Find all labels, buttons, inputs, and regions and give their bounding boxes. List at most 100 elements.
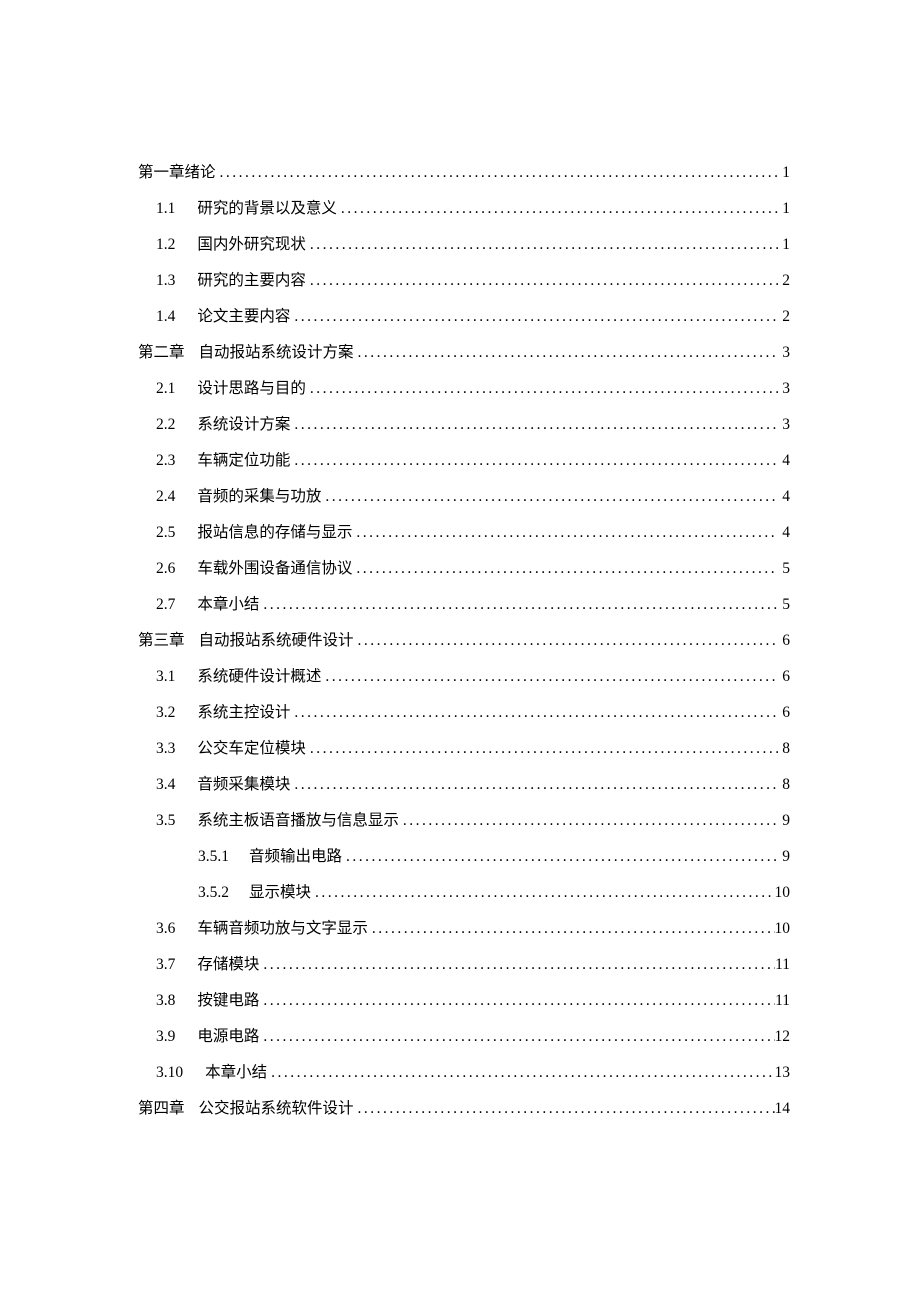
toc-entry: 2.4音频的采集与功放.............................…: [156, 489, 790, 505]
toc-entry-title: 论文主要内容: [197, 309, 290, 325]
toc-entry-page: 8: [778, 777, 790, 793]
toc-entry: 2.2系统设计方案...............................…: [156, 417, 790, 433]
toc-entry: 2.3车辆定位功能...............................…: [156, 453, 790, 469]
toc-entry-title: 报站信息的存储与显示: [197, 525, 352, 541]
toc-entry-title: 系统主板语音播放与信息显示: [197, 813, 399, 829]
toc-entry: 3.6车辆音频功放与文字显示..........................…: [156, 921, 790, 937]
toc-entry-title: 系统主控设计: [197, 705, 290, 721]
toc-entry-page: 1: [778, 165, 790, 181]
toc-entry-number: 第四章: [138, 1101, 185, 1117]
toc-leader-dots: ........................................…: [306, 237, 778, 253]
toc-entry-number: 1.3: [156, 273, 175, 289]
toc-entry-number: 1.1: [156, 201, 175, 217]
toc-entry: 2.7本章小结.................................…: [156, 597, 790, 613]
toc-leader-dots: ........................................…: [259, 1029, 774, 1045]
toc-entry-title: 音频的采集与功放: [197, 489, 321, 505]
toc-entry-title: 电源电路: [197, 1029, 259, 1045]
toc-entry-page: 12: [775, 1029, 791, 1045]
toc-entry: 第三章自动报站系统硬件设计...........................…: [138, 633, 790, 649]
toc-entry-number: 3.9: [156, 1029, 175, 1045]
toc-entry-page: 4: [778, 525, 790, 541]
toc-entry-title: 第一章绪论: [138, 165, 216, 181]
toc-entry: 3.5.1 音频输出电路.............................…: [198, 849, 790, 865]
toc-leader-dots: ........................................…: [368, 921, 775, 937]
toc-entry-title: 公交车定位模块: [197, 741, 306, 757]
toc-leader-dots: ........................................…: [306, 273, 778, 289]
toc-entry-page: 6: [778, 669, 790, 685]
toc-entry-number: 3.5.1: [198, 849, 229, 865]
toc-entry-page: 8: [778, 741, 790, 757]
toc-entry-number: 3.10: [156, 1065, 183, 1081]
toc-page: 第一章绪论...................................…: [0, 0, 920, 1117]
toc-entry-title: 车辆音频功放与文字显示: [197, 921, 368, 937]
toc-leader-dots: ........................................…: [352, 525, 778, 541]
toc-leader-dots: ........................................…: [342, 849, 778, 865]
toc-entry-number: 2.7: [156, 597, 175, 613]
toc-entry: 1.3 研究的主要内容..............................…: [156, 273, 790, 289]
toc-entry-page: 6: [778, 705, 790, 721]
toc-entry-title: 自动报站系统设计方案: [199, 345, 354, 361]
toc-entry-number: 1.4: [156, 309, 175, 325]
toc-leader-dots: ........................................…: [354, 345, 778, 361]
toc-leader-dots: ........................................…: [290, 417, 778, 433]
toc-leader-dots: ........................................…: [290, 777, 778, 793]
toc-leader-dots: ........................................…: [290, 705, 778, 721]
toc-entry-title: 系统硬件设计概述: [197, 669, 321, 685]
toc-entry-page: 2: [778, 309, 790, 325]
toc-entry-page: 4: [778, 453, 790, 469]
toc-entry-number: 2.5: [156, 525, 175, 541]
toc-leader-dots: ........................................…: [290, 309, 778, 325]
toc-entry: 2.1设计思路与目的..............................…: [156, 381, 790, 397]
toc-entry-page: 2: [778, 273, 790, 289]
toc-leader-dots: ........................................…: [259, 993, 775, 1009]
toc-entry-page: 14: [775, 1101, 791, 1117]
toc-entry-title: 设计思路与目的: [197, 381, 306, 397]
table-of-contents: 第一章绪论...................................…: [138, 165, 790, 1117]
toc-entry-number: 1.2: [156, 237, 175, 253]
toc-entry: 3.4音频采集模块...............................…: [156, 777, 790, 793]
toc-leader-dots: ........................................…: [321, 489, 778, 505]
toc-entry: 第四章公交报站系统软件设计...........................…: [138, 1101, 790, 1117]
toc-entry-number: 3.5: [156, 813, 175, 829]
toc-entry-number: 2.6: [156, 561, 175, 577]
toc-entry-title: 公交报站系统软件设计: [199, 1101, 354, 1117]
toc-entry-number: 3.8: [156, 993, 175, 1009]
toc-entry-page: 3: [778, 345, 790, 361]
toc-leader-dots: ........................................…: [311, 885, 774, 901]
toc-leader-dots: ........................................…: [306, 381, 778, 397]
toc-entry-page: 3: [778, 417, 790, 433]
toc-entry-page: 1: [778, 237, 790, 253]
toc-entry-page: 6: [778, 633, 790, 649]
toc-entry-page: 5: [778, 597, 790, 613]
toc-entry-title: 车辆定位功能: [197, 453, 290, 469]
toc-entry-page: 9: [778, 849, 790, 865]
toc-leader-dots: ........................................…: [337, 201, 778, 217]
toc-entry-number: 3.3: [156, 741, 175, 757]
toc-entry-title: 音频采集模块: [197, 777, 290, 793]
toc-entry: 1.1 研究的背景以及意义............................…: [156, 201, 790, 217]
toc-entry-title: 本章小结: [205, 1065, 267, 1081]
toc-entry-title: 自动报站系统硬件设计: [199, 633, 354, 649]
toc-entry: 3.7存储模块.................................…: [156, 957, 790, 973]
toc-entry-title: 显示模块: [249, 885, 311, 901]
toc-entry-page: 9: [778, 813, 790, 829]
toc-leader-dots: ........................................…: [354, 1101, 775, 1117]
toc-leader-dots: ........................................…: [259, 957, 775, 973]
toc-entry-number: 3.5.2: [198, 885, 229, 901]
toc-entry: 3.8 按键电路.................................…: [156, 993, 790, 1009]
toc-leader-dots: ........................................…: [267, 1065, 774, 1081]
toc-entry-page: 11: [775, 993, 790, 1009]
toc-entry-page: 13: [775, 1065, 791, 1081]
toc-entry: 3.5系统主板语音播放与信息显示........................…: [156, 813, 790, 829]
toc-entry: 2.5 报站信息的存储与显示...........................…: [156, 525, 790, 541]
toc-entry: 3.3公交车定位模块..............................…: [156, 741, 790, 757]
toc-entry-page: 10: [775, 885, 791, 901]
toc-entry-number: 2.2: [156, 417, 175, 433]
toc-entry-title: 国内外研究现状: [197, 237, 306, 253]
toc-entry-title: 音频输出电路: [249, 849, 342, 865]
toc-entry-title: 研究的背景以及意义: [197, 201, 337, 217]
toc-entry-number: 3.1: [156, 669, 175, 685]
toc-entry-title: 研究的主要内容: [197, 273, 306, 289]
toc-leader-dots: ........................................…: [352, 561, 778, 577]
toc-entry-title: 按键电路: [197, 993, 259, 1009]
